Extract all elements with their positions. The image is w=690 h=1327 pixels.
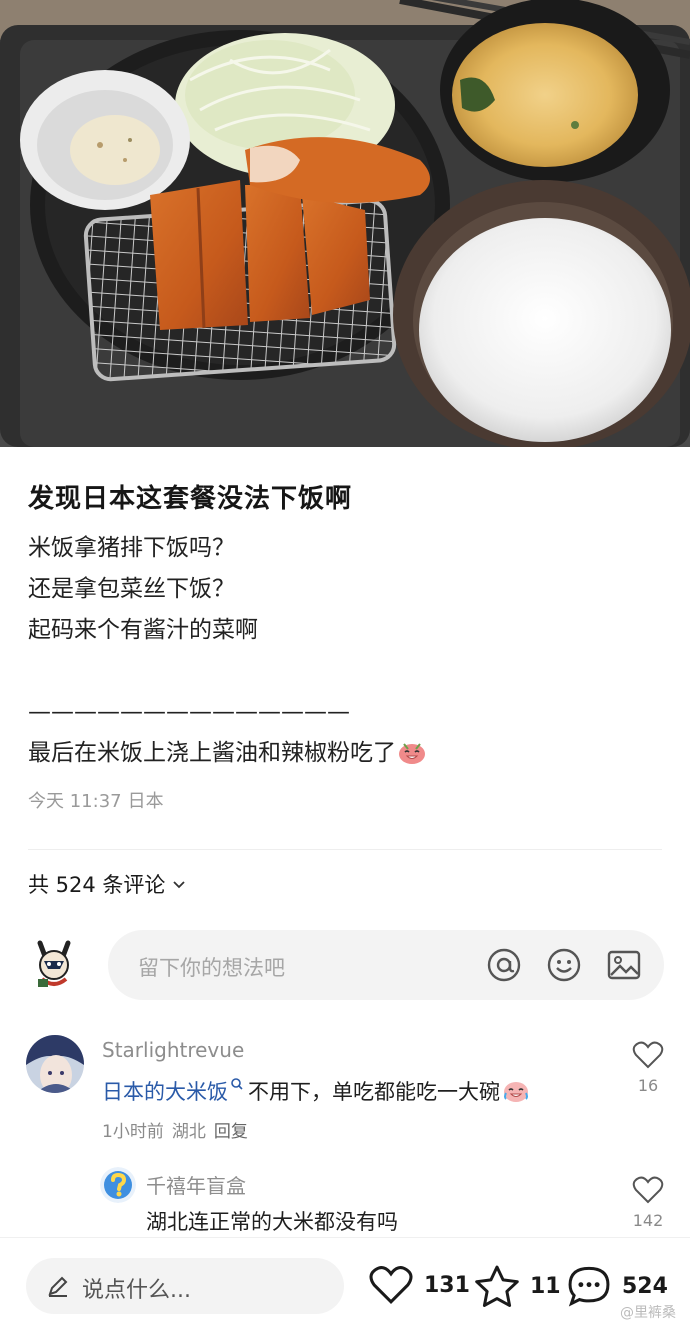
comment-body: 不用下，单吃都能吃一大碗 <box>248 1080 500 1104</box>
bottom-bar: 说点什么... 131 11 524 @里裤桑 <box>0 1237 690 1327</box>
post-meta: 今天 11:37 日本 <box>28 787 164 813</box>
post-time: 今天 11:37 <box>28 791 122 812</box>
comment-like-count: 16 <box>637 1076 659 1095</box>
pencil-icon <box>48 1276 68 1297</box>
post-line: 米饭拿猪排下饭吗？ <box>28 535 235 561</box>
favorite-count: 11 <box>530 1273 561 1299</box>
post-body: 米饭拿猪排下饭吗？ 还是拿包菜丝下饭？ 起码来个有酱汁的菜啊 —————————… <box>28 528 658 774</box>
reply-username[interactable]: 千禧年盲盒 <box>146 1170 246 1199</box>
comment-location: 湖北 <box>171 1122 206 1142</box>
comment-input-placeholder: 留下你的想法吧 <box>138 956 285 980</box>
at-icon[interactable] <box>486 947 522 983</box>
reply-like-button[interactable]: 142 <box>631 1175 665 1230</box>
heart-icon <box>632 1176 664 1204</box>
post-title: 发现日本这套餐没法下饭啊 <box>28 484 353 514</box>
say-something-input[interactable]: 说点什么... <box>26 1258 344 1314</box>
favorite-button[interactable]: 11 <box>474 1264 561 1308</box>
reply-text: 湖北连正常的大米都没有吗 <box>146 1210 398 1234</box>
comment-text: 日本的大米饭 不用下，单吃都能吃一大碗 <box>102 1076 530 1106</box>
reply-like-count: 142 <box>632 1211 664 1230</box>
comment-meta: 1小时前 湖北 回复 <box>102 1117 248 1142</box>
watermark: @里裤桑 <box>620 1305 676 1321</box>
smiley-icon[interactable] <box>546 947 582 983</box>
laughing-tears-emoji-icon <box>504 1082 528 1102</box>
comment-username[interactable]: Starlightrevue <box>102 1038 244 1062</box>
chevron-down-icon <box>173 881 186 889</box>
like-count: 131 <box>424 1272 470 1298</box>
search-keyword-link[interactable]: 日本的大米饭 <box>102 1080 228 1104</box>
post-line: 起码来个有酱汁的菜啊 <box>28 617 258 643</box>
post-line: 还是拿包菜丝下饭？ <box>28 576 235 602</box>
reply-link[interactable]: 回复 <box>214 1122 248 1142</box>
image-icon[interactable] <box>606 947 642 983</box>
post-photo[interactable] <box>0 0 690 447</box>
search-icon[interactable] <box>230 1077 244 1091</box>
divider <box>28 849 662 850</box>
comment-time: 1小时前 <box>102 1122 164 1142</box>
post-location: 日本 <box>127 791 164 812</box>
commenter-avatar[interactable] <box>26 1035 84 1093</box>
say-something-placeholder: 说点什么... <box>82 1278 191 1303</box>
reply-avatar[interactable] <box>100 1167 136 1203</box>
star-icon <box>475 1265 519 1307</box>
post-last-line-text: 最后在米饭上浇上酱油和辣椒粉吃了 <box>28 740 396 766</box>
post-separator: —————————————— <box>28 699 350 725</box>
my-avatar[interactable] <box>26 935 82 991</box>
comment-like-button[interactable]: 16 <box>631 1040 665 1095</box>
heart-icon <box>369 1266 413 1304</box>
like-button[interactable]: 131 <box>368 1264 470 1306</box>
comment-count-toggle[interactable]: 共 524 条评论 <box>28 869 187 899</box>
comment-count-label: 共 524 条评论 <box>28 873 166 897</box>
heart-icon <box>632 1041 664 1069</box>
laughing-face-emoji-icon <box>399 743 425 764</box>
post-last-line: 最后在米饭上浇上酱油和辣椒粉吃了 <box>28 733 658 774</box>
comment-total: 524 <box>622 1273 668 1299</box>
comment-input[interactable]: 留下你的想法吧 <box>108 930 664 1000</box>
comment-bubble-icon <box>568 1266 610 1307</box>
